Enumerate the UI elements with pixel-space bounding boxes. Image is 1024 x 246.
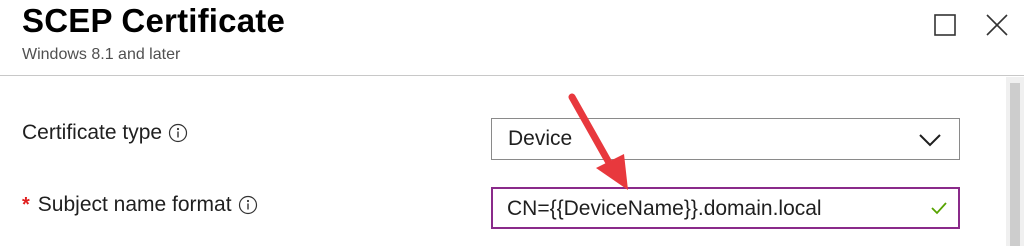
chevron-down-icon — [919, 134, 941, 147]
blade-header: SCEP Certificate Windows 8.1 and later — [0, 0, 1024, 76]
checkmark-icon — [931, 202, 947, 215]
subject-name-format-label-row: * Subject name format — [22, 193, 258, 217]
required-marker: * — [22, 193, 30, 216]
certificate-type-selected-value: Device — [508, 127, 573, 150]
subject-name-format-label: Subject name format — [37, 193, 232, 216]
subject-name-format-input[interactable] — [507, 195, 907, 223]
vertical-scrollbar[interactable] — [1006, 77, 1024, 246]
scrollbar-thumb[interactable] — [1010, 83, 1020, 246]
maximize-button[interactable] — [930, 10, 960, 40]
maximize-icon — [934, 14, 956, 36]
scep-certificate-blade: SCEP Certificate Windows 8.1 and later C… — [0, 0, 1024, 246]
info-icon[interactable] — [238, 195, 258, 215]
blade-subtitle: Windows 8.1 and later — [22, 46, 181, 63]
subject-name-format-field[interactable] — [491, 187, 960, 229]
certificate-type-label: Certificate type — [22, 121, 163, 144]
certificate-type-dropdown[interactable]: Device — [491, 118, 960, 160]
info-icon[interactable] — [168, 123, 188, 143]
close-button[interactable] — [982, 10, 1012, 40]
blade-title: SCEP Certificate — [22, 2, 286, 39]
certificate-type-label-row: Certificate type — [22, 121, 188, 145]
close-icon — [986, 14, 1008, 36]
